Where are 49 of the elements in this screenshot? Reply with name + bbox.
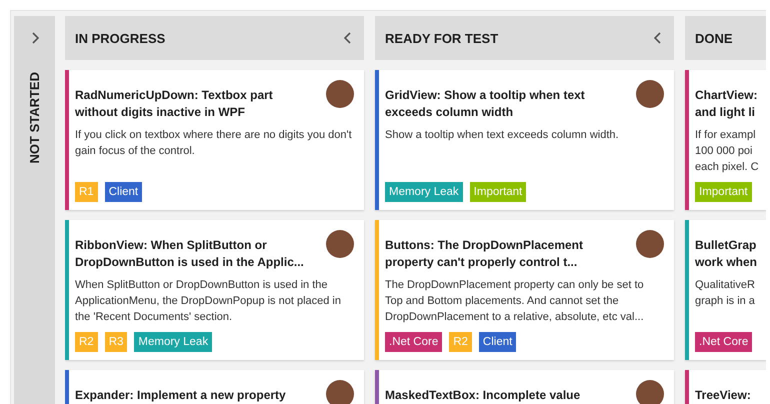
column-title: READY FOR TEST bbox=[385, 30, 498, 46]
tag: R2 bbox=[449, 332, 472, 352]
tag: R2 bbox=[75, 332, 98, 352]
tag: Memory Leak bbox=[134, 332, 212, 352]
avatar bbox=[326, 230, 354, 258]
card-title: MaskedTextBox: Incomplete value bbox=[385, 387, 582, 404]
task-card[interactable]: ChartView: and light li If for exampl 100 000 poi each pixel. C Important bbox=[685, 70, 766, 210]
avatar bbox=[326, 380, 354, 404]
tag: .Net Core bbox=[385, 332, 442, 352]
task-card[interactable]: MaskedTextBox: Incomplete value bbox=[375, 370, 674, 404]
avatar bbox=[326, 80, 354, 108]
task-card[interactable]: BulletGrap work when QualitativeR graph is in a .Net Core bbox=[685, 220, 766, 360]
task-card[interactable]: GridView: Show a tooltip when text exceeds column width Show a tooltip when text exceeds column width. Memory Leak Important bbox=[375, 70, 674, 210]
card-title: RibbonView: When SplitButton or DropDownButton is used in the Applic... bbox=[75, 237, 305, 271]
column-title: DONE bbox=[695, 30, 733, 46]
column-title: IN PROGRESS bbox=[75, 30, 166, 46]
tag: Important bbox=[695, 182, 752, 202]
card-description: If you click on textbox where there are no digits you don't gain focus of the control. bbox=[75, 128, 353, 159]
card-title: GridView: Show a tooltip when text exceeds column width bbox=[385, 87, 586, 121]
task-card[interactable]: RadNumericUpDown: Textbox part without digits inactive in WPF If you click on textbox where there are no digits you don't gain focus of the control. R1 Client bbox=[65, 70, 364, 210]
avatar bbox=[636, 380, 664, 404]
tag: R1 bbox=[75, 182, 98, 202]
card-title: ChartView: and light li bbox=[695, 87, 758, 121]
tag: Client bbox=[104, 182, 142, 202]
card-title: BulletGrap work when bbox=[695, 237, 758, 271]
collapse-chevron-icon[interactable] bbox=[654, 32, 662, 44]
card-title: RadNumericUpDown: Textbox part without digits inactive in WPF bbox=[75, 87, 274, 121]
collapse-chevron-icon[interactable] bbox=[344, 32, 352, 44]
tag: .Net Core bbox=[695, 332, 752, 352]
task-card[interactable] bbox=[375, 220, 674, 360]
card-description: QualitativeR graph is in a bbox=[695, 278, 756, 309]
tag: Client bbox=[478, 332, 516, 352]
card-description: If for exampl 100 000 poi each pixel. C bbox=[695, 128, 760, 175]
expand-chevron-icon[interactable] bbox=[30, 32, 38, 44]
tag: Memory Leak bbox=[385, 182, 463, 202]
card-title: TreeView: bbox=[695, 387, 751, 404]
avatar bbox=[636, 230, 664, 258]
task-card[interactable] bbox=[65, 220, 364, 360]
avatar bbox=[636, 80, 664, 108]
card-description: Show a tooltip when text exceeds column width. bbox=[385, 128, 620, 143]
tag: Important bbox=[470, 182, 526, 202]
card-title: Buttons: The DropDownPlacement property can't properly control t... bbox=[385, 237, 584, 271]
card-description: When SplitButton or DropDownButton is used in the ApplicationMenu, the DropDownPopup is not placed in the 'Recent Documents' section. bbox=[75, 278, 342, 325]
tag: R3 bbox=[104, 332, 128, 352]
card-description: The DropDownPlacement property can only be set to Top and Bottom placements. And cannot set the DropDownPlacement to a relative, absolute, etc val... bbox=[385, 278, 645, 325]
task-card[interactable]: Expander: Implement a new property bbox=[65, 370, 364, 404]
card-title: Expander: Implement a new property bbox=[75, 387, 287, 404]
task-card[interactable]: TreeView: bbox=[685, 370, 766, 404]
column-title: NOT STARTED bbox=[27, 72, 42, 164]
